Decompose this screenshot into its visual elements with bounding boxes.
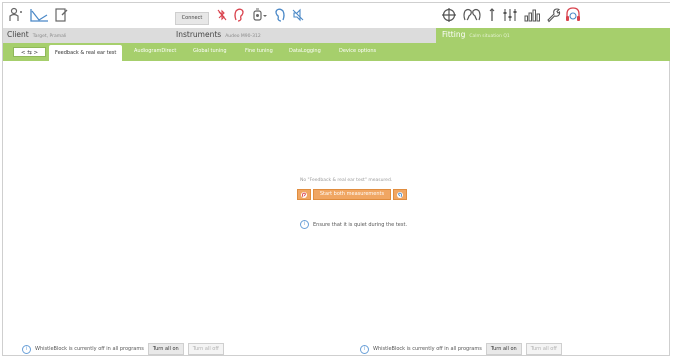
pin-icon[interactable] <box>487 6 497 24</box>
tab-feedback-real-ear-test[interactable]: Feedback & real ear test <box>49 45 123 61</box>
info-icon: i <box>300 220 309 229</box>
headset-icon[interactable] <box>564 6 582 24</box>
sliders-icon[interactable] <box>501 6 519 24</box>
info-left-panel: Client Target, Pramali Instruments Audeo M… <box>3 28 436 43</box>
connect-button[interactable]: Connect <box>175 12 209 25</box>
person-icon[interactable] <box>7 6 25 24</box>
ear-blue-icon <box>397 192 403 198</box>
ear-blue-icon[interactable] <box>273 6 287 24</box>
client-value: Target, Pramali <box>32 34 67 39</box>
whistleblock-right-text: WhistleBlock is currently off in all pro… <box>373 346 482 352</box>
ears-icon[interactable] <box>461 6 483 24</box>
whistleblock-left-text: WhistleBlock is currently off in all pro… <box>35 346 144 352</box>
ear-red-icon[interactable] <box>232 6 246 24</box>
turn-all-off-right-button[interactable]: Turn all off <box>525 343 562 355</box>
tab-audiogram-direct[interactable]: AudiogramDirect <box>134 48 176 54</box>
graph-icon[interactable] <box>29 6 49 24</box>
tab-device-options[interactable]: Device options <box>339 48 376 54</box>
instruments-section[interactable]: Instruments Audeo M90-312 <box>176 30 261 39</box>
info-icon: i <box>22 344 31 354</box>
fitting-section[interactable]: Fitting Calm situation Q1 <box>442 30 510 39</box>
tab-datalogging[interactable]: DataLogging <box>289 48 321 54</box>
document-icon[interactable] <box>53 6 69 24</box>
turn-all-off-left-button[interactable]: Turn all off <box>187 343 224 355</box>
target-icon[interactable] <box>441 6 457 24</box>
quiet-info-text: Ensure that it is quiet during the test. <box>313 221 408 228</box>
tab-fine-tuning[interactable]: Fine tuning <box>245 48 273 54</box>
start-both-measurements-button[interactable]: Start both measurements <box>313 189 391 200</box>
turn-all-on-right-button[interactable]: Turn all on <box>485 343 522 355</box>
wrench-icon[interactable] <box>545 6 561 24</box>
whistleblock-left: i WhistleBlock is currently off in all p… <box>22 343 224 355</box>
client-section[interactable]: Client Target, Pramali <box>7 30 66 39</box>
info-bar: Client Target, Pramali Instruments Audeo M… <box>3 28 670 43</box>
start-right-ear-button[interactable] <box>393 189 407 200</box>
turn-all-on-left-button[interactable]: Turn all on <box>147 343 184 355</box>
nav-buttons[interactable]: < ⇆ > <box>13 47 46 57</box>
fitting-value: Calm situation Q1 <box>469 34 510 39</box>
info-icon: i <box>360 344 369 354</box>
toolbar: Connect <box>3 3 670 29</box>
ear-red-icon <box>301 192 307 198</box>
quiet-info: i Ensure that it is quiet during the tes… <box>300 220 407 229</box>
info-right-panel: Fitting Calm situation Q1 <box>436 28 670 43</box>
instruments-value: Audeo M90-312 <box>225 34 261 39</box>
instruments-label: Instruments <box>176 30 222 39</box>
status-message: No "Feedback & real ear test" measured. <box>300 178 393 183</box>
levels-icon[interactable] <box>523 6 541 24</box>
start-left-ear-button[interactable] <box>297 189 311 200</box>
client-label: Client <box>7 30 29 39</box>
tab-bar: < ⇆ > Feedback & real ear test Audiogram… <box>3 43 670 61</box>
mute-icon[interactable] <box>292 6 304 24</box>
tab-global-tuning[interactable]: Global tuning <box>193 48 227 54</box>
whistleblock-right: i WhistleBlock is currently off in all p… <box>360 343 562 355</box>
device-icon[interactable] <box>251 6 269 24</box>
no-bluetooth-icon[interactable] <box>216 6 228 24</box>
fitting-label: Fitting <box>442 30 466 39</box>
